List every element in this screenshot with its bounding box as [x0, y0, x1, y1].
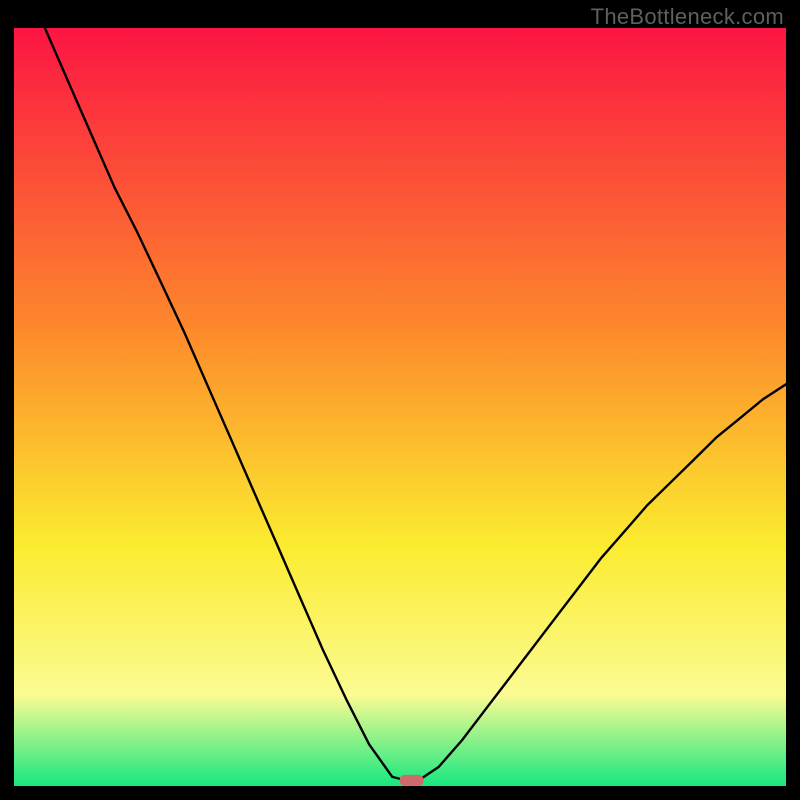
optimal-marker: [400, 775, 424, 786]
gradient-background: [14, 28, 786, 786]
plot-area: [14, 28, 786, 786]
chart-frame: TheBottleneck.com: [0, 0, 800, 800]
watermark-text: TheBottleneck.com: [591, 4, 784, 30]
bottleneck-chart: [14, 28, 786, 786]
